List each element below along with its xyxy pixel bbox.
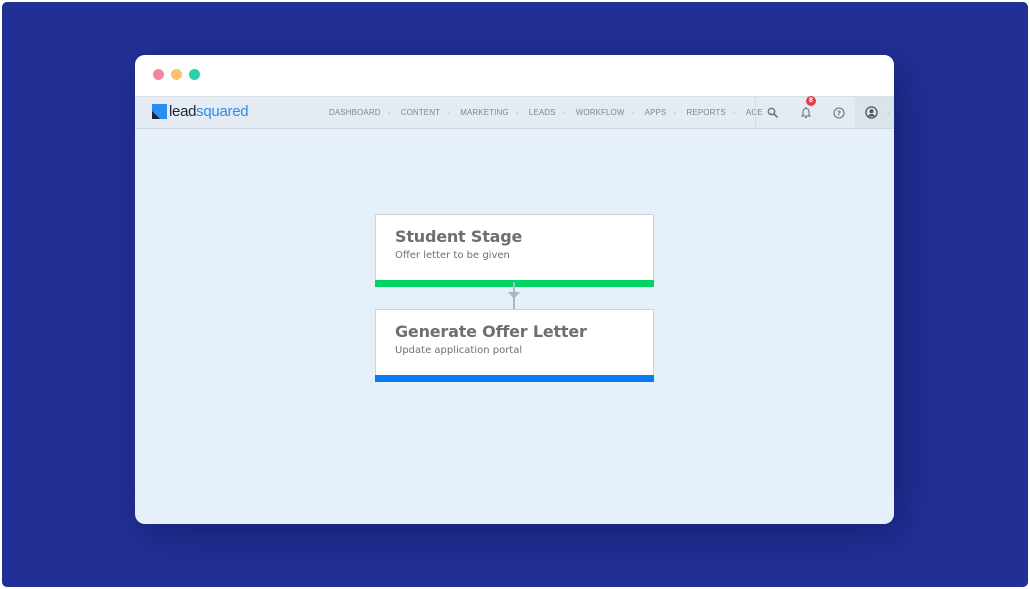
workflow-card-student-stage[interactable]: Student Stage Offer letter to be given <box>375 214 654 287</box>
help-button[interactable]: ? <box>822 97 855 128</box>
help-icon: ? <box>832 106 845 119</box>
chevron-down-icon: ⌄ <box>630 110 636 116</box>
arrow-down-icon <box>508 292 520 299</box>
top-navbar: leadsquared DASHBOARD ⌄ CONTENT ⌄ MARKETIN… <box>135 96 894 129</box>
search-button[interactable] <box>756 97 789 128</box>
menu-apps[interactable]: APPS ⌄ <box>645 108 678 117</box>
chevron-down-icon: ⌄ <box>886 109 892 116</box>
logo-text-squared: squared <box>196 103 249 120</box>
card-title: Student Stage <box>395 227 523 246</box>
menu-label: WORKFLOW <box>575 108 625 117</box>
menu-content[interactable]: CONTENT ⌄ <box>401 108 452 117</box>
user-icon <box>865 106 878 119</box>
close-window-button[interactable] <box>153 69 164 80</box>
chevron-down-icon: ⌄ <box>672 110 678 116</box>
title-bar <box>135 55 894 96</box>
navbar-icons: 8 ? ⌄ <box>755 96 894 128</box>
menu-label: MARKETING <box>460 108 509 117</box>
menu-workflow[interactable]: WORKFLOW ⌄ <box>576 108 636 117</box>
menu-marketing[interactable]: MARKETING ⌄ <box>460 108 520 117</box>
card-subtitle: Update application portal <box>395 345 523 356</box>
browser-window: leadsquared DASHBOARD ⌄ CONTENT ⌄ MARKETIN… <box>135 55 894 524</box>
minimize-window-button[interactable] <box>171 69 182 80</box>
chevron-down-icon: ⌄ <box>386 110 392 116</box>
card-subtitle: Offer letter to be given <box>395 250 510 261</box>
logo-text: leadsquared <box>169 103 249 120</box>
chevron-down-icon: ⌄ <box>561 110 567 116</box>
bell-icon <box>800 107 811 119</box>
workflow-card-generate-offer-letter[interactable]: Generate Offer Letter Update application… <box>375 309 654 382</box>
menu-label: REPORTS <box>686 108 726 117</box>
menu-leads[interactable]: LEADS ⌄ <box>529 108 567 117</box>
user-menu[interactable]: ⌄ <box>855 97 894 128</box>
search-icon <box>767 107 778 118</box>
main-menu: DASHBOARD ⌄ CONTENT ⌄ MARKETING ⌄ LEADS ⌄ WO… <box>329 97 783 128</box>
card-title: Generate Offer Letter <box>395 322 587 341</box>
maximize-window-button[interactable] <box>189 69 200 80</box>
chevron-down-icon: ⌄ <box>514 110 520 116</box>
chevron-down-icon: ⌄ <box>446 110 452 116</box>
workflow-canvas: Student Stage Offer letter to be given G… <box>135 129 894 524</box>
leadsquared-logo[interactable]: leadsquared <box>152 103 249 120</box>
menu-label: APPS <box>644 108 667 117</box>
menu-label: CONTENT <box>400 108 441 117</box>
logo-text-lead: lead <box>169 103 197 120</box>
notifications-button[interactable]: 8 <box>789 96 822 128</box>
card-status-bar <box>375 375 654 382</box>
svg-text:?: ? <box>836 109 840 117</box>
menu-dashboard[interactable]: DASHBOARD ⌄ <box>329 108 392 117</box>
notification-count-badge: 8 <box>806 96 816 106</box>
menu-reports[interactable]: REPORTS ⌄ <box>687 108 737 117</box>
menu-label: DASHBOARD <box>329 108 381 117</box>
menu-label: LEADS <box>528 108 556 117</box>
logo-mark-icon <box>152 104 167 119</box>
chevron-down-icon: ⌄ <box>731 110 737 116</box>
